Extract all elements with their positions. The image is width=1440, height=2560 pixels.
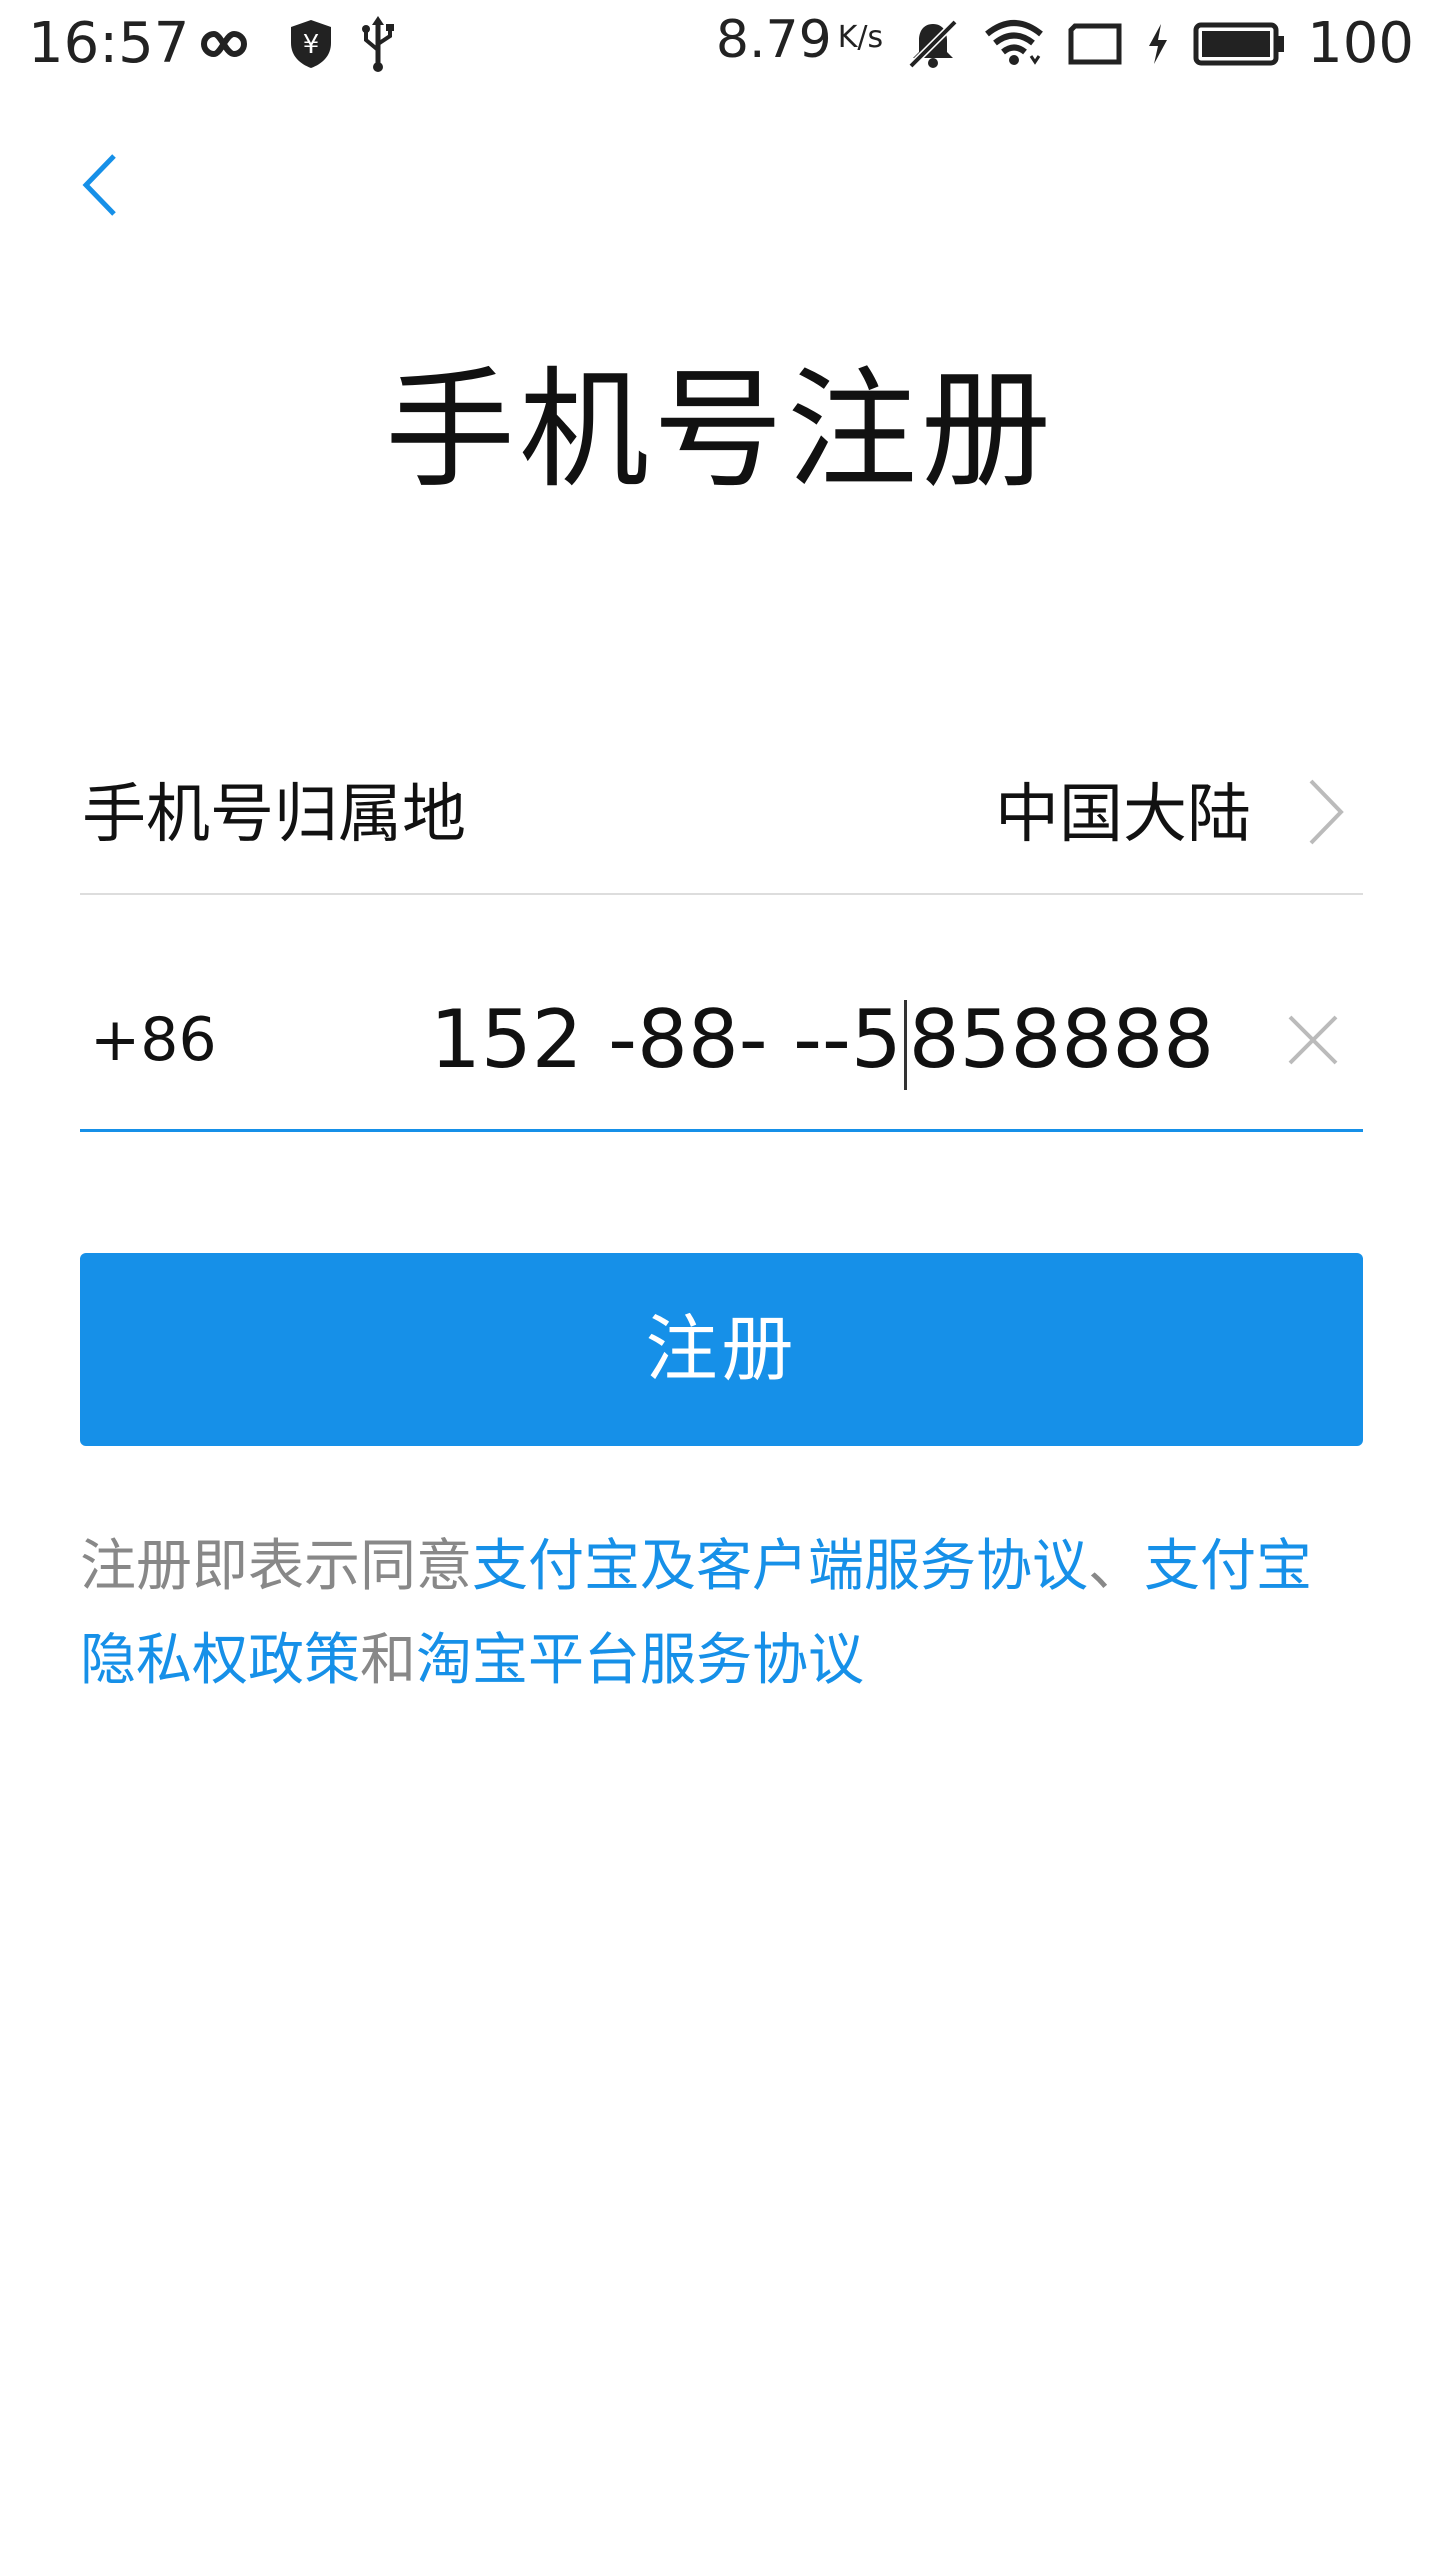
- infinity-icon: [196, 26, 262, 62]
- network-speed-unit: K/s: [837, 20, 884, 55]
- alipay-service-agreement-link[interactable]: 支付宝及客户端服务协议: [472, 1534, 1088, 1599]
- back-button[interactable]: [60, 140, 140, 230]
- country-code[interactable]: +86: [90, 1000, 217, 1080]
- clear-button[interactable]: [1273, 1000, 1353, 1080]
- status-right: 8.79 K/s 100: [716, 10, 1414, 76]
- svg-text:¥: ¥: [303, 30, 320, 60]
- text-caret: [903, 1000, 907, 1091]
- network-speed: 8.79 K/s: [716, 8, 883, 80]
- chevron-left-icon: [78, 152, 122, 218]
- agreement-text: 注册即表示同意支付宝及客户端服务协议、支付宝隐私权政策和淘宝平台服务协议: [80, 1520, 1360, 1708]
- region-selector[interactable]: 手机号归属地 中国大陆: [80, 735, 1363, 895]
- close-icon: [1286, 1013, 1340, 1067]
- status-time: 16:57: [28, 11, 190, 76]
- usb-icon: [360, 16, 396, 72]
- shield-yen-icon: ¥: [288, 18, 334, 70]
- taobao-platform-agreement-link[interactable]: 淘宝平台服务协议: [416, 1628, 864, 1693]
- region-value: 中国大陆: [995, 778, 1251, 852]
- battery-icon: [1193, 22, 1285, 66]
- phone-input-text-after: 858888: [908, 993, 1215, 1086]
- agreement-and: 和: [360, 1628, 416, 1693]
- status-bar: 16:57 ¥ 8.79 K/s 100: [0, 0, 1440, 90]
- phone-field-row: +86 152 -88- --5858888: [80, 920, 1363, 1132]
- register-button[interactable]: 注册: [80, 1253, 1363, 1446]
- page-title: 手机号注册: [384, 354, 1055, 506]
- phone-input[interactable]: 152 -88- --5858888: [430, 985, 1230, 1095]
- chevron-right-icon: [1303, 777, 1349, 847]
- status-left-icons: ¥: [196, 12, 396, 76]
- screen-icon: [1067, 22, 1123, 66]
- network-speed-value: 8.79: [715, 10, 832, 70]
- bell-muted-icon: [905, 16, 961, 72]
- region-label: 手机号归属地: [82, 778, 466, 852]
- agreement-prefix: 注册即表示同意: [80, 1534, 472, 1599]
- battery-percent: 100: [1307, 11, 1414, 76]
- charging-icon: [1145, 22, 1171, 66]
- wifi-icon: [983, 18, 1045, 70]
- agreement-separator: 、: [1088, 1534, 1144, 1599]
- phone-input-text-before: 152 -88- --5: [430, 993, 902, 1086]
